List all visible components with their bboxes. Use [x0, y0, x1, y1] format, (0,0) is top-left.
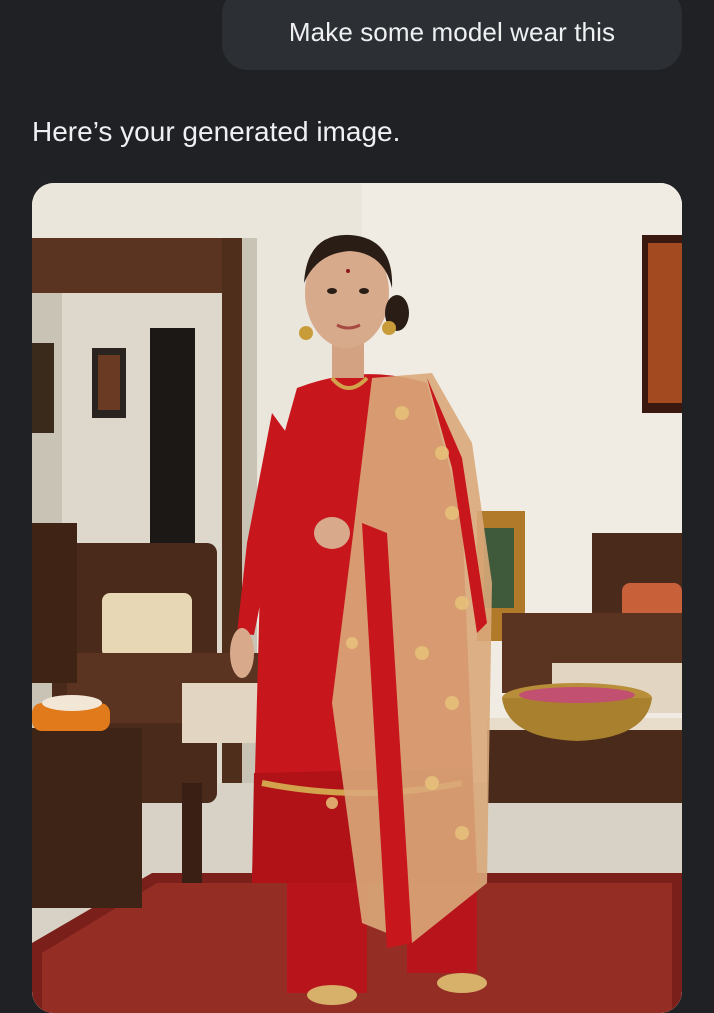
generated-image-illustration — [32, 183, 682, 1013]
user-message-text: Make some model wear this — [288, 17, 616, 47]
assistant-reply-text: Here’s your generated image. — [32, 116, 401, 147]
generated-image[interactable] — [32, 183, 682, 1013]
user-message-bubble: Make some model wear this — [222, 0, 682, 70]
